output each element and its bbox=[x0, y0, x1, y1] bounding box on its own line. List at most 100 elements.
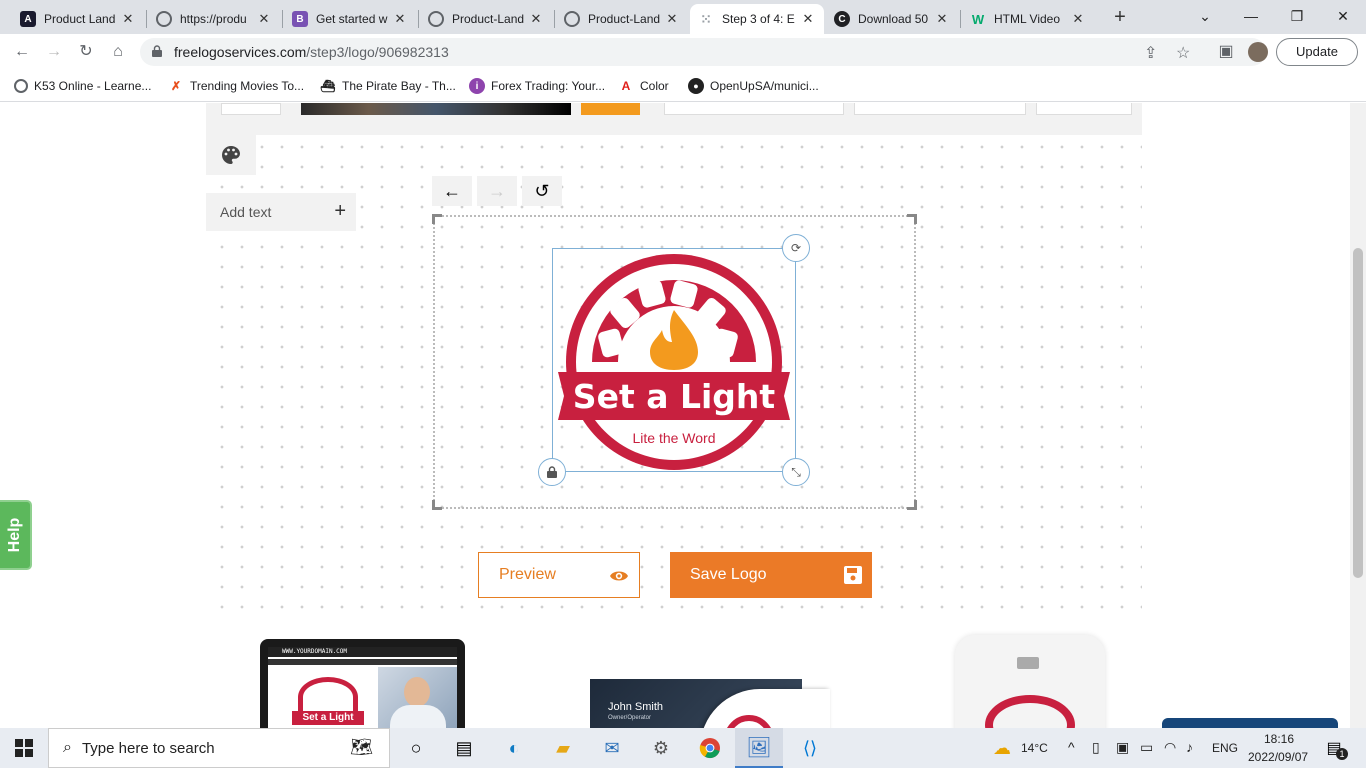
swatch-selector[interactable] bbox=[221, 103, 281, 115]
forward-button[interactable]: → bbox=[42, 40, 66, 64]
tab-html-video[interactable]: W HTML Video ✕ bbox=[962, 4, 1094, 34]
notification-center-icon[interactable]: ▤ 1 bbox=[1320, 734, 1348, 762]
widgets-icon[interactable]: ▤ bbox=[450, 734, 478, 762]
side-panel-icon[interactable]: ▣ bbox=[1214, 40, 1238, 64]
close-icon[interactable]: ✕ bbox=[664, 11, 680, 27]
tab-product-land-1[interactable]: A Product Land ✕ bbox=[12, 4, 144, 34]
reset-button[interactable]: ↺ bbox=[522, 176, 562, 206]
close-window-button[interactable]: ✕ bbox=[1320, 0, 1366, 34]
language-indicator[interactable]: ENG bbox=[1212, 741, 1238, 755]
settings-gear-icon[interactable]: ⚙ bbox=[647, 734, 675, 762]
home-button[interactable]: ⌂ bbox=[106, 40, 130, 64]
tab-get-started[interactable]: B Get started w ✕ bbox=[284, 4, 416, 34]
mail-icon[interactable]: ✉ bbox=[598, 734, 626, 762]
chat-widget[interactable] bbox=[1162, 718, 1338, 728]
photos-icon[interactable]: 🖼 bbox=[735, 728, 783, 768]
save-logo-label: Save Logo bbox=[690, 566, 767, 583]
font-select[interactable] bbox=[664, 103, 844, 115]
address-bar[interactable]: freelogoservices.com/step3/logo/90698231… bbox=[140, 38, 1266, 66]
ship-icon: ⛴ bbox=[320, 79, 336, 93]
close-icon[interactable]: ✕ bbox=[1070, 11, 1086, 27]
save-logo-button[interactable]: Save Logo bbox=[670, 552, 872, 598]
clock-date[interactable]: 2022/09/07 bbox=[1248, 750, 1308, 764]
canvas-corner bbox=[907, 500, 917, 510]
close-icon[interactable]: ✕ bbox=[256, 11, 272, 27]
selection-box[interactable] bbox=[552, 248, 796, 472]
windows-start-icon[interactable] bbox=[10, 734, 38, 762]
share-icon[interactable]: ⇪ bbox=[1144, 43, 1157, 63]
add-text-label: Add text bbox=[220, 204, 272, 220]
canvas-corner bbox=[907, 214, 917, 224]
palette-button[interactable] bbox=[206, 135, 256, 175]
new-tab-button[interactable]: + bbox=[1108, 6, 1132, 30]
tab-product-land-2[interactable]: Product-Land ✕ bbox=[420, 4, 552, 34]
weather-icon[interactable]: ☁ bbox=[988, 734, 1016, 762]
news-widget-icon[interactable]: 🗺 bbox=[350, 737, 373, 758]
task-view-icon[interactable]: ○ bbox=[402, 734, 430, 762]
rotate-handle[interactable]: ⟳ bbox=[782, 234, 810, 262]
bookmark-label: K53 Online - Learne... bbox=[34, 79, 152, 93]
bookmark-color[interactable]: A Color bbox=[618, 76, 669, 96]
x-icon: ✗ bbox=[170, 79, 182, 93]
taskbar-search[interactable]: ⌕ Type here to search 🗺 bbox=[48, 728, 390, 768]
size-stepper[interactable] bbox=[1036, 103, 1132, 115]
volume-icon[interactable]: ♪ bbox=[1186, 739, 1193, 755]
search-icon: ⌕ bbox=[63, 739, 72, 756]
tab-step-3-active[interactable]: ⁙ Step 3 of 4: E ✕ bbox=[690, 4, 824, 34]
edge-icon[interactable]: ◐ bbox=[500, 734, 528, 762]
reload-button[interactable]: ↻ bbox=[74, 40, 98, 64]
chevron-up-icon[interactable]: ^ bbox=[1068, 739, 1075, 755]
gradient-bar[interactable] bbox=[301, 103, 571, 115]
bookmark-trending-movies[interactable]: ✗ Trending Movies To... bbox=[168, 76, 304, 96]
vscode-icon[interactable]: ⟨⟩ bbox=[796, 734, 824, 762]
bookmark-label: Forex Trading: Your... bbox=[491, 79, 606, 93]
bookmark-star-icon[interactable]: ☆ bbox=[1176, 43, 1190, 63]
back-button[interactable]: ← bbox=[10, 40, 34, 64]
wifi-icon[interactable]: ◠ bbox=[1164, 739, 1176, 756]
tab-product-land-3[interactable]: Product-Land ✕ bbox=[556, 4, 688, 34]
color-swatch[interactable] bbox=[581, 103, 640, 115]
tab-search-button[interactable]: ⌄ bbox=[1182, 0, 1228, 34]
tray-app-icon-2[interactable]: ▣ bbox=[1116, 739, 1129, 756]
close-icon[interactable]: ✕ bbox=[392, 11, 408, 27]
tab-download-50[interactable]: C Download 50 ✕ bbox=[826, 4, 958, 34]
bookmark-pirate-bay[interactable]: ⛴ The Pirate Bay - Th... bbox=[320, 76, 455, 96]
close-icon[interactable]: ✕ bbox=[800, 11, 816, 27]
tab-https-produ[interactable]: https://produ ✕ bbox=[148, 4, 280, 34]
restore-button[interactable]: ❐ bbox=[1274, 0, 1320, 34]
mockup-name: John Smith bbox=[608, 701, 664, 713]
tshirt-mockup bbox=[955, 635, 1105, 728]
close-icon[interactable]: ✕ bbox=[934, 11, 950, 27]
avatar[interactable] bbox=[1248, 42, 1268, 62]
temperature-text[interactable]: 14°C bbox=[1021, 741, 1048, 755]
chrome-icon[interactable] bbox=[696, 734, 724, 762]
bookmark-forex[interactable]: i Forex Trading: Your... bbox=[469, 76, 605, 96]
mockup-role: Owner/Operator bbox=[608, 715, 652, 721]
bookmark-openupsa[interactable]: ● OpenUpSA/munici... bbox=[688, 76, 819, 96]
battery-icon[interactable]: ▭ bbox=[1140, 739, 1153, 756]
lock-icon[interactable] bbox=[152, 45, 162, 57]
redo-button[interactable]: → bbox=[477, 176, 517, 206]
globe-icon bbox=[564, 11, 580, 27]
preview-button[interactable]: Preview bbox=[478, 552, 640, 598]
resize-handle[interactable]: ⤡ bbox=[782, 458, 810, 486]
add-text-button[interactable]: Add text + bbox=[206, 193, 356, 231]
tab-strip: A Product Land ✕ https://produ ✕ B Get s… bbox=[0, 0, 1366, 34]
scrollbar-thumb[interactable] bbox=[1353, 248, 1363, 578]
page-scrollbar[interactable] bbox=[1350, 103, 1366, 728]
undo-button[interactable]: ← bbox=[432, 176, 472, 206]
close-icon[interactable]: ✕ bbox=[120, 11, 136, 27]
tray-app-icon[interactable]: ▯ bbox=[1092, 739, 1100, 756]
plus-icon: + bbox=[334, 200, 346, 222]
file-explorer-icon[interactable]: ▰ bbox=[549, 734, 577, 762]
lock-handle[interactable] bbox=[538, 458, 566, 486]
floppy-disk-icon bbox=[844, 566, 862, 584]
bookmark-k53[interactable]: K53 Online - Learne... bbox=[14, 76, 151, 96]
style-select[interactable] bbox=[854, 103, 1026, 115]
update-button[interactable]: Update bbox=[1276, 38, 1358, 66]
arrow-left-icon: ← bbox=[443, 181, 461, 201]
help-tab[interactable]: Help bbox=[0, 500, 32, 570]
clock-time[interactable]: 18:16 bbox=[1264, 732, 1294, 746]
close-icon[interactable]: ✕ bbox=[528, 11, 544, 27]
minimize-button[interactable]: — bbox=[1228, 0, 1274, 34]
